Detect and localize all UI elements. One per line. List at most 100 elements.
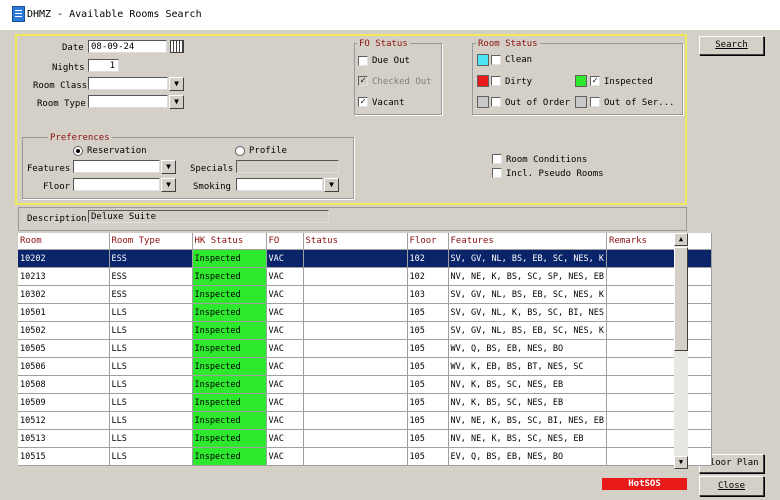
- fo-cell: VAC: [266, 429, 304, 448]
- column-header-fo[interactable]: FO: [266, 233, 304, 250]
- out-of-service-checkbox[interactable]: [590, 97, 600, 107]
- date-label: Date: [62, 43, 84, 53]
- floor-cell: 105: [407, 339, 449, 358]
- date-input[interactable]: 08-09-24: [88, 40, 167, 53]
- remarks-cell: [606, 375, 713, 394]
- table-row[interactable]: 10501 LLS Inspected VAC 105 SV, GV, NL, K, BS…: [18, 303, 713, 322]
- preferences-title: Preferences: [48, 133, 112, 143]
- profile-radio[interactable]: [235, 146, 245, 156]
- room-type-input[interactable]: [88, 95, 168, 108]
- status-cell: [303, 339, 408, 358]
- floor-cell: 105: [407, 411, 449, 430]
- status-cell: [303, 375, 408, 394]
- floor-cell: 105: [407, 393, 449, 412]
- close-button-label: Close: [717, 481, 746, 491]
- out-of-order-checkbox[interactable]: [491, 97, 501, 107]
- specials-input[interactable]: [236, 160, 339, 173]
- room-cell: 10506: [18, 357, 110, 376]
- vacant-checkbox[interactable]: ✓: [358, 97, 368, 107]
- reservation-radio[interactable]: [73, 146, 83, 156]
- smoking-input[interactable]: [236, 178, 323, 191]
- table-row[interactable]: 10505 LLS Inspected VAC 105 WV, Q, BS, EB, NE…: [18, 339, 713, 358]
- table-row[interactable]: 10302 ESS Inspected VAC 103 SV, GV, NL, BS, E…: [18, 285, 713, 304]
- fo-cell: VAC: [266, 339, 304, 358]
- table-row[interactable]: 10509 LLS Inspected VAC 105 NV, K, BS, SC, NE…: [18, 393, 713, 412]
- pseudo-rooms-checkbox[interactable]: [492, 168, 502, 178]
- table-row[interactable]: 10506 LLS Inspected VAC 105 WV, K, EB, BS, BT…: [18, 357, 713, 376]
- table-row[interactable]: 10512 LLS Inspected VAC 105 NV, NE, K, BS, SC…: [18, 411, 713, 430]
- room-type-cell: LLS: [109, 447, 193, 466]
- hotsos-button[interactable]: HotSOS: [602, 478, 687, 490]
- dirty-checkbox[interactable]: [491, 76, 501, 86]
- table-row[interactable]: 10508 LLS Inspected VAC 105 NV, K, BS, SC, NE…: [18, 375, 713, 394]
- inspected-color-swatch: [575, 75, 587, 87]
- hk-status-cell: Inspected: [192, 411, 267, 430]
- column-header-room-type[interactable]: Room Type: [109, 233, 193, 250]
- search-button[interactable]: Search: [699, 36, 764, 55]
- floor-cell: 105: [407, 447, 449, 466]
- inspected-checkbox[interactable]: ✓: [590, 76, 600, 86]
- status-cell: [303, 267, 408, 286]
- remarks-cell: [606, 429, 713, 448]
- remarks-cell: [606, 321, 713, 340]
- calendar-icon[interactable]: [170, 40, 184, 53]
- hk-status-cell: Inspected: [192, 267, 267, 286]
- status-cell: [303, 429, 408, 448]
- features-input[interactable]: [73, 160, 160, 173]
- room-type-cell: LLS: [109, 411, 193, 430]
- scroll-thumb[interactable]: [674, 247, 688, 351]
- close-button[interactable]: Close: [699, 476, 764, 496]
- room-type-cell: ESS: [109, 285, 193, 304]
- table-row[interactable]: 10213 ESS Inspected VAC 102 NV, NE, K, BS, SC…: [18, 267, 713, 286]
- floor-input[interactable]: [73, 178, 160, 191]
- room-type-dropdown-icon[interactable]: ▼: [169, 95, 184, 109]
- fo-cell: VAC: [266, 393, 304, 412]
- features-dropdown-icon[interactable]: ▼: [161, 160, 176, 174]
- out-of-service-label: Out of Ser...: [604, 98, 675, 108]
- hotsos-label: HotSOS: [628, 479, 661, 489]
- column-header-floor[interactable]: Floor: [407, 233, 449, 250]
- room-class-dropdown-icon[interactable]: ▼: [169, 77, 184, 91]
- title-bar: DHMZ - Available Rooms Search: [0, 0, 780, 30]
- column-header-hk-status[interactable]: HK Status: [192, 233, 267, 250]
- inspected-label: Inspected: [604, 77, 653, 87]
- column-header-remarks[interactable]: Remarks: [606, 233, 713, 250]
- column-header-features[interactable]: Features: [448, 233, 608, 250]
- smoking-dropdown-icon[interactable]: ▼: [324, 178, 339, 192]
- room-cell: 10202: [18, 249, 110, 268]
- scroll-up-icon[interactable]: ▲: [674, 233, 688, 246]
- room-class-input[interactable]: [88, 77, 168, 90]
- remarks-cell: [606, 393, 713, 412]
- status-cell: [303, 411, 408, 430]
- remarks-cell: [606, 357, 713, 376]
- table-row[interactable]: 10202 ESS Inspected VAC 102 SV, GV, NL, BS, E…: [18, 249, 713, 268]
- due-out-checkbox[interactable]: [358, 56, 368, 66]
- status-cell: [303, 321, 408, 340]
- clean-checkbox[interactable]: [491, 55, 501, 65]
- checked-out-checkbox[interactable]: ✓: [358, 76, 368, 86]
- table-row[interactable]: 10502 LLS Inspected VAC 105 SV, GV, NL, BS, E…: [18, 321, 713, 340]
- table-scrollbar[interactable]: ▲ ▼: [674, 233, 688, 469]
- column-header-status[interactable]: Status: [303, 233, 408, 250]
- status-cell: [303, 303, 408, 322]
- scroll-down-icon[interactable]: ▼: [674, 456, 688, 469]
- nights-input[interactable]: 1: [88, 59, 119, 72]
- table-row[interactable]: 10513 LLS Inspected VAC 105 NV, NE, K, BS, SC…: [18, 429, 713, 448]
- floor-dropdown-icon[interactable]: ▼: [161, 178, 176, 192]
- room-type-cell: LLS: [109, 357, 193, 376]
- status-cell: [303, 357, 408, 376]
- fo-status-title: FO Status: [357, 39, 410, 49]
- floor-cell: 103: [407, 285, 449, 304]
- floor-cell: 105: [407, 321, 449, 340]
- table-row[interactable]: 10515 LLS Inspected VAC 105 EV, Q, BS, EB, NE…: [18, 447, 713, 466]
- remarks-cell: [606, 411, 713, 430]
- reservation-label: Reservation: [87, 146, 147, 156]
- features-cell: SV, GV, NL, BS, EB, SC, NES, K: [448, 285, 608, 304]
- room-conditions-checkbox[interactable]: [492, 154, 502, 164]
- floor-cell: 105: [407, 375, 449, 394]
- features-cell: EV, Q, BS, EB, NES, BO: [448, 447, 608, 466]
- fo-cell: VAC: [266, 267, 304, 286]
- vacant-label: Vacant: [372, 98, 405, 108]
- column-header-room[interactable]: Room: [18, 233, 110, 250]
- room-type-cell: LLS: [109, 429, 193, 448]
